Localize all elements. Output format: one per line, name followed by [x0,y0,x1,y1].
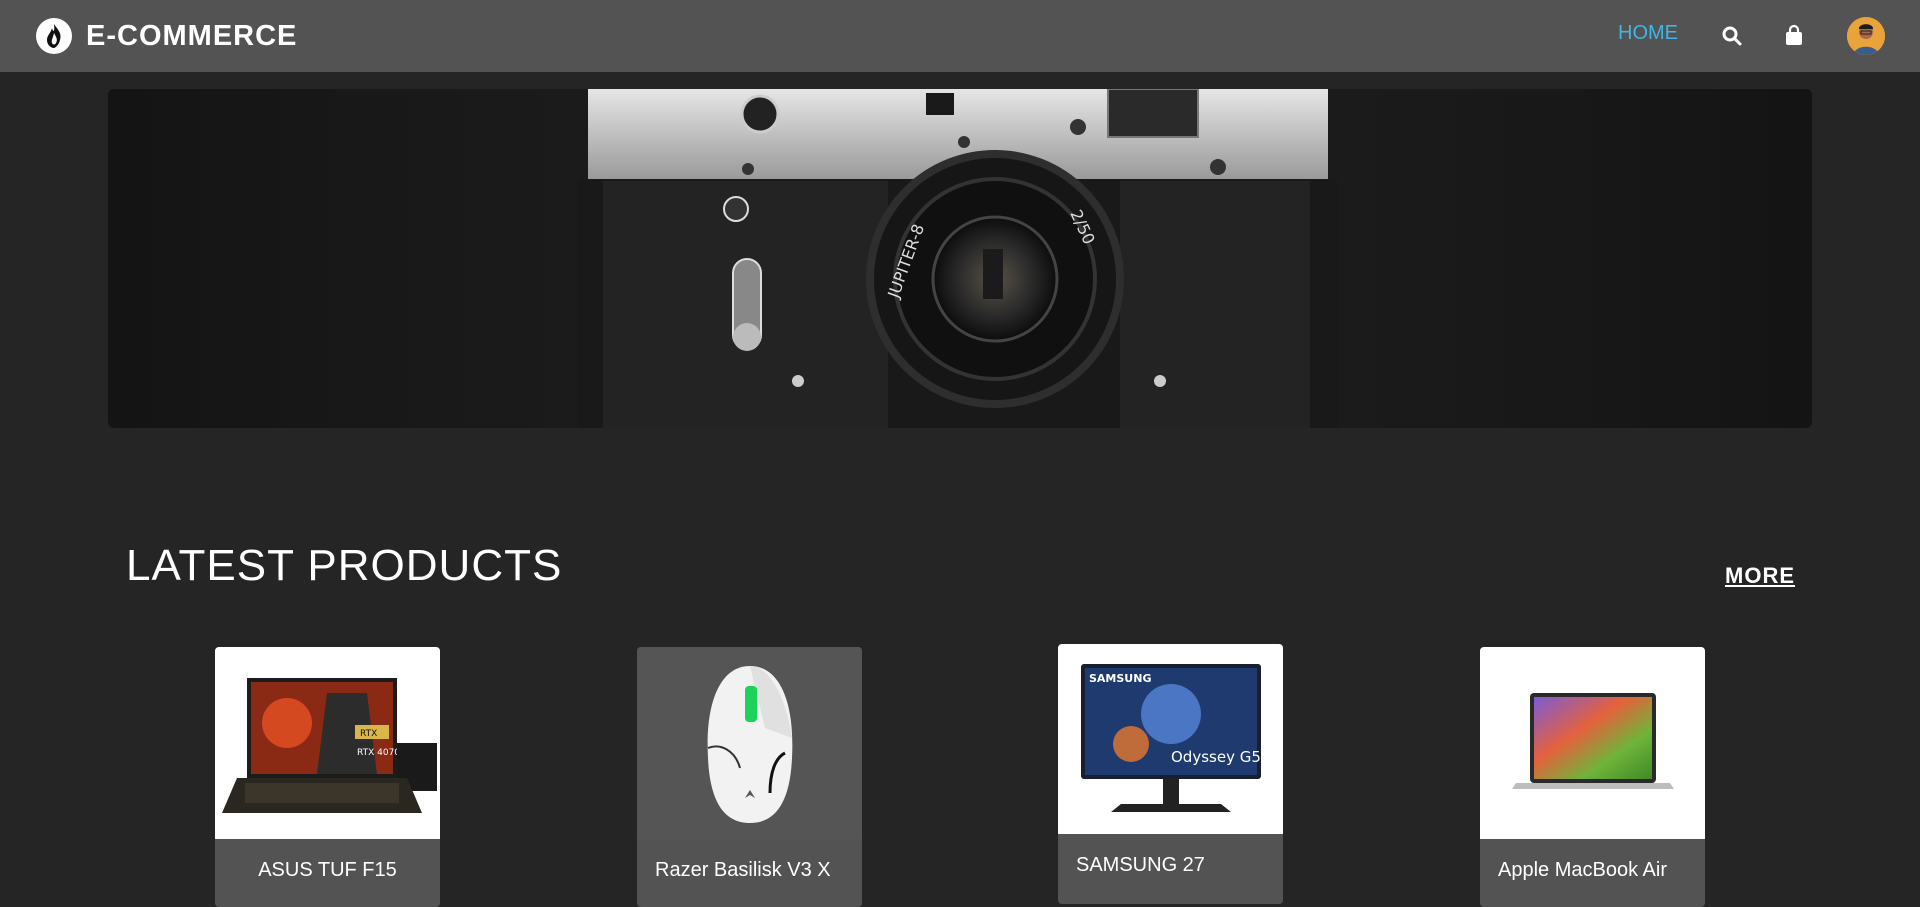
top-navbar: E-COMMERCE HOME [0,0,1920,72]
product-image-monitor: SAMSUNG Odyssey G5 [1058,644,1283,834]
more-link[interactable]: MORE [1725,563,1795,589]
hero-banner[interactable]: JUPITER-8 2/50 [108,89,1812,428]
product-name: Apple MacBook Air [1498,859,1667,881]
brand[interactable]: E-COMMERCE [36,17,297,55]
product-card[interactable]: Razer Basilisk V3 X [637,647,862,907]
brand-title: E-COMMERCE [86,19,298,52]
monitor-model-text: Odyssey G5 [1171,748,1261,766]
product-image-macbook [1480,647,1705,839]
shopping-bag-icon[interactable] [1782,24,1806,48]
product-name: SAMSUNG 27 [1076,854,1205,876]
monitor-brand-text: SAMSUNG [1089,672,1151,685]
product-name: Razer Basilisk V3 X [655,859,831,881]
search-icon[interactable] [1720,24,1744,48]
nav-home-link[interactable]: HOME [1618,22,1678,45]
flame-logo-icon [36,18,72,54]
laptop-badge: RTX [360,729,377,739]
product-card[interactable]: RTX RTX 4070 ASUS TUF F15 [215,647,440,907]
product-image-laptop: RTX RTX 4070 [215,647,440,839]
product-card[interactable]: SAMSUNG Odyssey G5 SAMSUNG 27 [1058,644,1283,904]
product-name: ASUS TUF F15 [258,859,397,881]
section-title: LATEST PRODUCTS [126,541,563,590]
avatar[interactable] [1847,17,1885,55]
product-card[interactable]: Apple MacBook Air [1480,647,1705,907]
product-image-mouse [637,647,862,839]
laptop-badge-2: RTX 4070 [357,748,400,758]
